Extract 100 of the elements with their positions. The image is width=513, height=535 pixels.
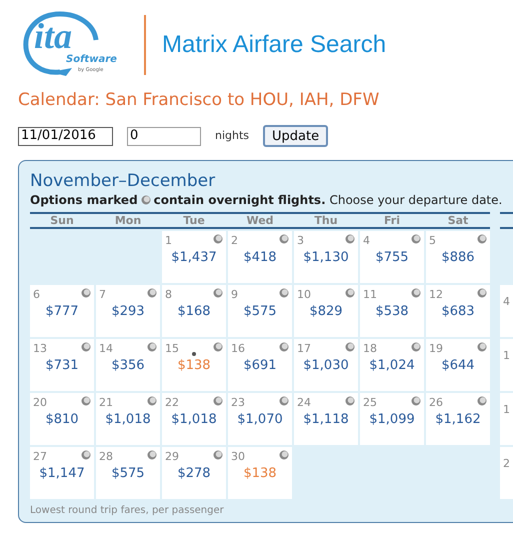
fare-price[interactable]: $886: [441, 250, 475, 266]
day-cell[interactable]: 3 $1,130: [294, 231, 358, 283]
fare-price[interactable]: $1,099: [369, 412, 415, 428]
fare-price[interactable]: $1,118: [303, 412, 349, 428]
day-cell[interactable]: 20 $810: [30, 393, 94, 445]
day-cell[interactable]: 29 $278: [162, 447, 226, 499]
day-cell[interactable]: 7 $293: [96, 285, 160, 337]
weekday-header: Tue: [182, 214, 206, 227]
day-number: 11: [363, 288, 377, 302]
day-cell[interactable]: 11 $538: [360, 285, 424, 337]
day-cell[interactable]: 2: [500, 447, 513, 499]
fare-price[interactable]: $538: [375, 304, 409, 320]
fare-price[interactable]: $1,018: [105, 412, 151, 428]
day-cell[interactable]: 5 $886: [426, 231, 490, 283]
overnight-icon: [81, 396, 91, 406]
day-cell[interactable]: 23 $1,070: [228, 393, 292, 445]
day-cell[interactable]: 4 $755: [360, 231, 424, 283]
weekday-header: Fri: [382, 214, 401, 227]
day-cell[interactable]: 16 $691: [228, 339, 292, 391]
day-cell[interactable]: 8 $168: [162, 285, 226, 337]
fare-price[interactable]: $731: [45, 358, 79, 374]
fare-price[interactable]: $755: [375, 250, 409, 266]
day-cell[interactable]: 12 $683: [426, 285, 490, 337]
day-cell[interactable]: 21 $1,018: [96, 393, 160, 445]
day-cell[interactable]: 28 $575: [96, 447, 160, 499]
day-cell[interactable]: 1: [500, 339, 513, 391]
fare-price[interactable]: $1,030: [303, 358, 349, 374]
nights-field[interactable]: 0: [127, 126, 201, 146]
day-cell[interactable]: 30 $138: [228, 447, 292, 499]
day-number: 27: [33, 450, 47, 464]
fare-price[interactable]: $683: [441, 304, 475, 320]
overnight-icon: [411, 396, 421, 406]
day-number: 1: [503, 349, 510, 362]
day-cell[interactable]: 6 $777: [30, 285, 94, 337]
fare-price[interactable]: $1,018: [171, 412, 217, 428]
fare-price[interactable]: $810: [45, 412, 79, 428]
fare-price[interactable]: $1,070: [237, 412, 283, 428]
day-number: 29: [165, 450, 179, 464]
fare-price[interactable]: $575: [111, 466, 145, 482]
overnight-icon: [279, 342, 289, 352]
day-cell[interactable]: 1 $1,437: [162, 231, 226, 283]
overnight-icon: [147, 450, 157, 460]
overnight-icon: [140, 195, 151, 205]
day-number: 19: [429, 342, 443, 356]
note-text: contain overnight flights. Choose your departure date.: [154, 192, 502, 208]
day-cell[interactable]: 19 $644: [426, 339, 490, 391]
day-cell[interactable]: 27 $1,147: [30, 447, 94, 499]
day-cell[interactable]: 17 $1,030: [294, 339, 358, 391]
day-number: 26: [429, 396, 443, 410]
day-number: 4: [503, 295, 510, 308]
day-cell[interactable]: 1: [500, 393, 513, 445]
day-cell[interactable]: 14 $356: [96, 339, 160, 391]
day-cell[interactable]: 26 $1,162: [426, 393, 490, 445]
day-cell[interactable]: 22 $1,018: [162, 393, 226, 445]
day-cell[interactable]: 15 $138: [162, 339, 226, 391]
day-number: 15: [165, 342, 179, 356]
day-number: 10: [297, 288, 311, 302]
day-cell[interactable]: 13 $731: [30, 339, 94, 391]
day-cell[interactable]: 18 $1,024: [360, 339, 424, 391]
fare-price[interactable]: $691: [243, 358, 277, 374]
day-cell[interactable]: 2 $418: [228, 231, 292, 283]
fare-price[interactable]: $829: [309, 304, 343, 320]
overnight-icon: [345, 288, 355, 298]
day-cell[interactable]: 9 $575: [228, 285, 292, 337]
fare-price[interactable]: $356: [111, 358, 145, 374]
overnight-icon: [147, 396, 157, 406]
day-number: 5: [429, 234, 436, 248]
day-number: 6: [33, 288, 40, 302]
day-number: 14: [99, 342, 113, 356]
overnight-icon: [279, 450, 289, 460]
day-number: 4: [363, 234, 370, 248]
fare-price[interactable]: $1,130: [303, 250, 349, 266]
day-cell[interactable]: 24 $1,118: [294, 393, 358, 445]
fare-price[interactable]: $168: [177, 304, 211, 320]
fare-price[interactable]: $1,147: [39, 466, 85, 482]
day-cell[interactable]: 25 $1,099: [360, 393, 424, 445]
logo-name: Software: [66, 54, 117, 66]
day-number: 21: [99, 396, 113, 410]
fare-price[interactable]: $644: [441, 358, 475, 374]
fare-price[interactable]: $575: [243, 304, 277, 320]
overnight-icon: [345, 342, 355, 352]
fare-price[interactable]: $1,162: [435, 412, 481, 428]
page-heading: Calendar: San Francisco to HOU, IAH, DFW: [17, 89, 380, 111]
day-cell[interactable]: 10 $829: [294, 285, 358, 337]
fare-price[interactable]: $1,437: [171, 250, 217, 266]
day-cell[interactable]: 4: [500, 285, 513, 337]
fare-price[interactable]: $293: [111, 304, 145, 320]
fare-price[interactable]: $777: [45, 304, 79, 320]
nights-label: nights: [215, 128, 250, 144]
fare-price[interactable]: $1,024: [369, 358, 415, 374]
day-number: 20: [33, 396, 47, 410]
day-number: 16: [231, 342, 245, 356]
overnight-icon: [213, 450, 223, 460]
day-number: 24: [297, 396, 311, 410]
fare-price[interactable]: $418: [243, 250, 277, 266]
fare-price[interactable]: $278: [177, 466, 211, 482]
update-button[interactable]: Update: [263, 125, 328, 147]
date-field[interactable]: 11/01/2016: [18, 126, 113, 146]
app-title: Matrix Airfare Search: [162, 30, 386, 60]
day-number: 13: [33, 342, 47, 356]
